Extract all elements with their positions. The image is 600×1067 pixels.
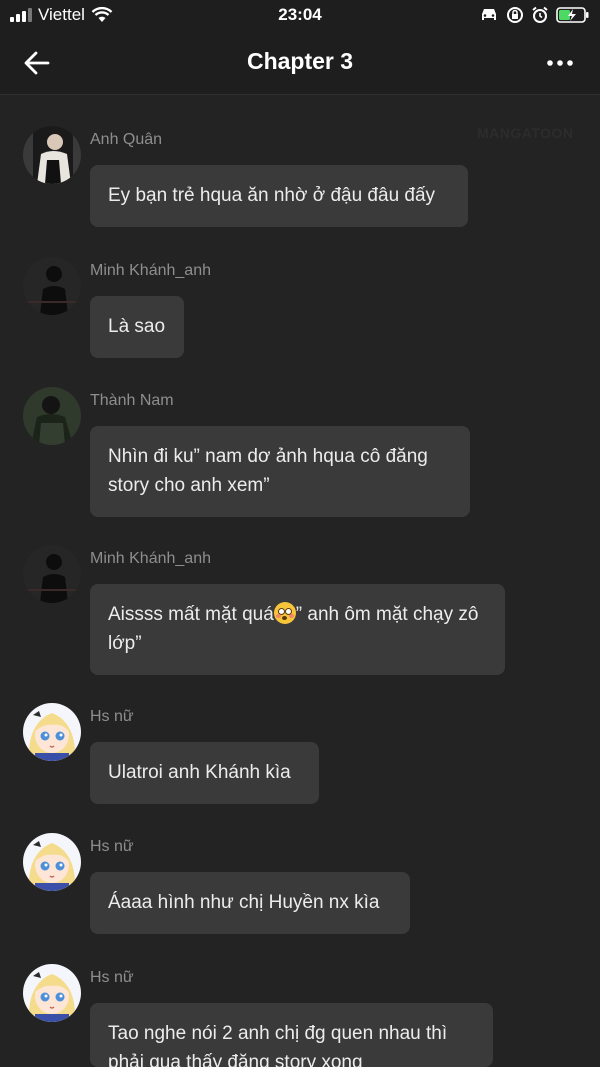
battery-icon [556,7,589,23]
message-text: Aissss mất mặt quá [108,604,274,625]
sender-name: Hs nữ [90,969,134,986]
message-bubble[interactable]: Tao nghe nói 2 anh chị đg quen nhau thì … [90,1003,493,1067]
sender-name: Anh Quân [90,131,163,148]
avatar[interactable] [23,387,81,445]
avatar[interactable] [23,126,81,184]
more-button[interactable] [540,46,580,80]
car-icon [482,9,496,20]
sender-name: Minh Khánh_anh [90,262,211,279]
flushed-face-icon [273,602,296,624]
alarm-icon [532,6,548,23]
message-bubble[interactable]: Ey bạn trẻ hqua ăn nhờ ở đậu đâu đấy [90,165,468,227]
avatar[interactable] [23,833,81,891]
sender-name: Minh Khánh_anh [90,550,211,567]
nav-bar: Chapter 3 [0,32,600,95]
sender-name: Hs nữ [90,838,134,855]
sender-name: Hs nữ [90,708,134,725]
message-bubble[interactable]: Aissss mất mặt quá” anh ôm mặt chạy zô l… [90,584,505,675]
message-bubble[interactable]: Ulatroi anh Khánh kìa [90,742,319,804]
message-bubble[interactable]: Là sao [90,296,184,358]
rotation-lock-icon [507,7,523,23]
message-bubble[interactable]: Áaaa hình như chị Huyền nx kìa [90,872,410,934]
avatar[interactable] [23,964,81,1022]
more-dots-icon [547,60,573,66]
status-right [479,6,590,24]
watermark: MANGATOON [477,125,574,141]
avatar[interactable] [23,257,81,315]
avatar[interactable] [23,545,81,603]
status-bar: Viettel 23:04 [0,0,600,32]
avatar[interactable] [23,703,81,761]
message-bubble[interactable]: Nhìn đi ku” nam dơ ảnh hqua cô đăng stor… [90,426,470,517]
page-title: Chapter 3 [246,48,354,74]
sender-name: Thành Nam [90,392,174,409]
